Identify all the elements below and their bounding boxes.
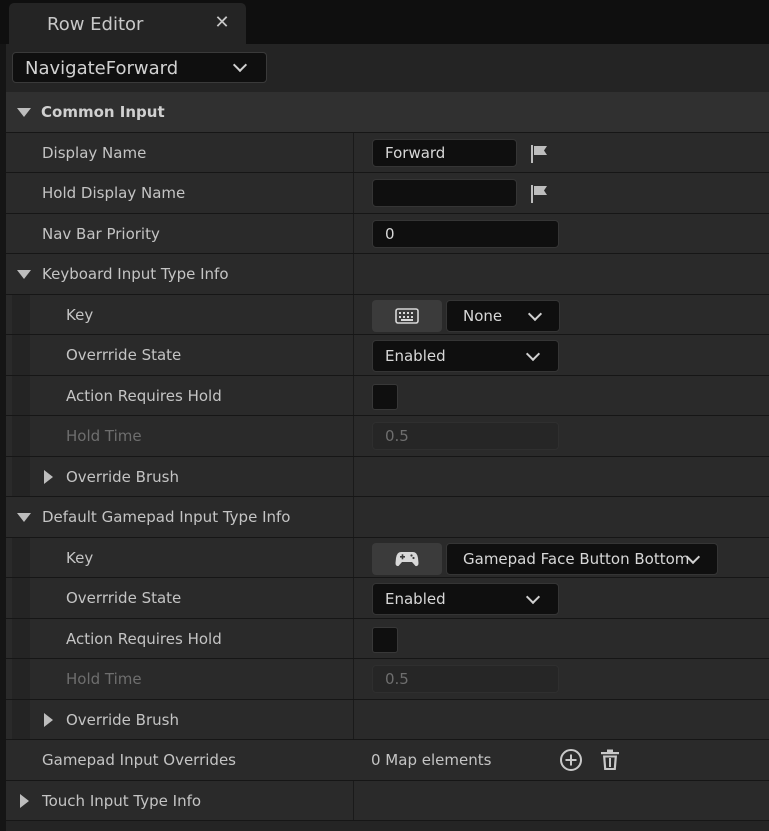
keyboard-override-state-dropdown[interactable]: Enabled [372, 340, 559, 372]
category-label: Common Input [41, 103, 165, 121]
gamepad-override-state-value: Enabled [385, 590, 446, 608]
property-label: Key [66, 548, 94, 567]
property-label: Overrride State [66, 589, 182, 607]
property-gamepad-action-requires-hold: Action Requires Hold [6, 618, 769, 659]
property-label: Hold Time [66, 427, 142, 445]
group-touch-input-type-info[interactable]: Touch Input Type Info [6, 780, 769, 821]
property-keyboard-action-requires-hold: Action Requires Hold [6, 375, 769, 416]
expand-arrow-icon[interactable] [17, 108, 31, 117]
property-gamepad-input-overrides: Gamepad Input Overrides 0 Map elements [6, 740, 769, 781]
row-name-value: NavigateForward [25, 58, 179, 79]
gamepad-override-state-dropdown[interactable]: Enabled [372, 583, 559, 615]
keyboard-key-dropdown[interactable]: None [446, 299, 560, 332]
nav-bar-priority-input[interactable]: 0 [372, 219, 559, 248]
property-keyboard-override-brush[interactable]: Override Brush [6, 456, 769, 497]
gamepad-action-requires-hold-checkbox[interactable] [372, 626, 398, 653]
property-label: Nav Bar Priority [42, 224, 160, 243]
flag-icon[interactable] [529, 183, 551, 205]
group-default-gamepad-input-type-info[interactable]: Default Gamepad Input Type Info [6, 497, 769, 538]
details-panel: NavigateForward Common Input Display Nam… [6, 44, 769, 831]
property-keyboard-override-state: Overrride State Enabled [6, 335, 769, 376]
property-nav-bar-priority: Nav Bar Priority 0 [6, 213, 769, 254]
property-label: Overrride State [66, 346, 182, 364]
gamepad-key-selector-button[interactable] [372, 542, 442, 575]
property-label: Hold Display Name [42, 184, 186, 202]
tab-bar: Row Editor ✕ [0, 0, 769, 44]
chevron-down-icon [527, 306, 543, 321]
group-label: Touch Input Type Info [42, 791, 202, 810]
gamepad-hold-time-value: 0.5 [385, 670, 409, 688]
chevron-down-icon [232, 57, 248, 73]
add-element-icon[interactable] [559, 748, 583, 772]
tab-row-editor[interactable]: Row Editor ✕ [9, 3, 246, 44]
nav-bar-priority-value: 0 [385, 224, 395, 243]
gamepad-icon [395, 551, 419, 566]
gamepad-hold-time-input: 0.5 [372, 665, 559, 693]
property-label: Override Brush [66, 467, 179, 486]
keyboard-hold-time-value: 0.5 [385, 427, 409, 445]
keyboard-override-state-value: Enabled [385, 347, 446, 365]
keyboard-hold-time-input: 0.5 [372, 422, 559, 450]
keyboard-key-value: None [463, 306, 503, 325]
expand-arrow-icon[interactable] [17, 513, 31, 522]
group-label: Keyboard Input Type Info [42, 265, 229, 283]
property-label: Action Requires Hold [66, 629, 222, 648]
group-keyboard-input-type-info[interactable]: Keyboard Input Type Info [6, 254, 769, 295]
property-label: Action Requires Hold [66, 386, 222, 405]
property-keyboard-hold-time: Hold Time 0.5 [6, 416, 769, 457]
close-icon[interactable]: ✕ [212, 12, 232, 36]
display-name-value: Forward [385, 143, 446, 162]
property-label: Override Brush [66, 710, 179, 729]
property-hold-display-name: Hold Display Name [6, 173, 769, 214]
chevron-down-icon [525, 346, 541, 362]
gamepad-key-dropdown[interactable]: Gamepad Face Button Bottom [446, 542, 718, 575]
hold-display-name-input[interactable] [372, 179, 517, 207]
expand-arrow-icon[interactable] [44, 469, 53, 484]
flag-icon[interactable] [529, 143, 551, 165]
property-gamepad-override-brush[interactable]: Override Brush [6, 699, 769, 740]
chevron-down-icon [525, 589, 541, 605]
property-list: Common Input Display Name Forward Hold D… [6, 92, 769, 821]
gamepad-key-value: Gamepad Face Button Bottom [463, 549, 690, 568]
row-name-dropdown[interactable]: NavigateForward [12, 52, 267, 83]
keyboard-icon [395, 307, 419, 324]
expand-arrow-icon[interactable] [20, 793, 29, 808]
property-display-name: Display Name Forward [6, 132, 769, 173]
tab-title: Row Editor [47, 14, 144, 35]
display-name-input[interactable]: Forward [372, 138, 517, 167]
keyboard-key-selector-button[interactable] [372, 299, 442, 332]
trash-icon[interactable] [598, 748, 622, 772]
property-keyboard-key: Key None [6, 294, 769, 335]
property-gamepad-key: Key Gamepad Face Button Bottom [6, 537, 769, 578]
property-label: Key [66, 305, 94, 324]
property-gamepad-hold-time: Hold Time 0.5 [6, 659, 769, 700]
property-label: Gamepad Input Overrides [42, 751, 236, 769]
expand-arrow-icon[interactable] [44, 712, 53, 727]
keyboard-action-requires-hold-checkbox[interactable] [372, 383, 398, 410]
property-label: Display Name [42, 143, 147, 162]
group-label: Default Gamepad Input Type Info [42, 508, 291, 526]
category-common-input[interactable]: Common Input [6, 92, 769, 133]
map-element-count: 0 Map elements [371, 751, 492, 769]
property-gamepad-override-state: Overrride State Enabled [6, 578, 769, 619]
property-label: Hold Time [66, 670, 142, 688]
expand-arrow-icon[interactable] [17, 270, 31, 279]
